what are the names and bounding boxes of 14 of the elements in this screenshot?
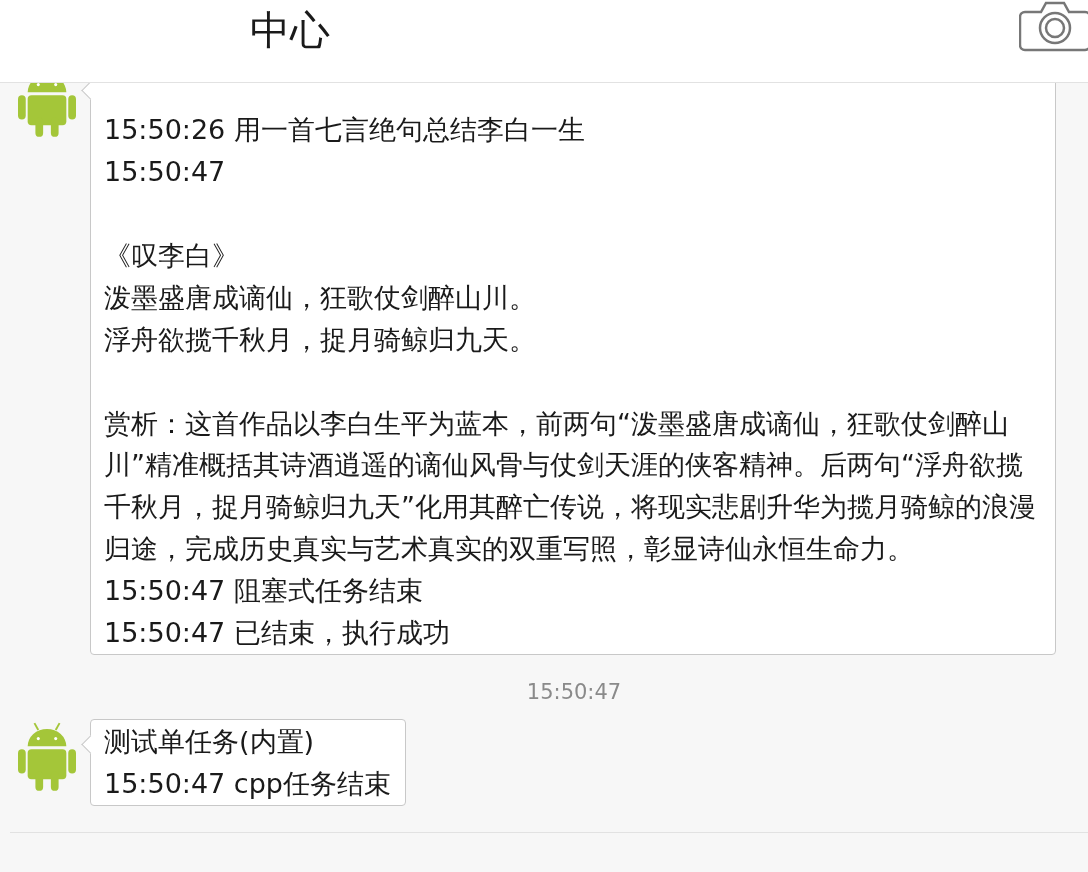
camera-icon[interactable] [1019,0,1088,52]
message-line: 15:50:47 [104,154,227,189]
header-title: 中心 [250,8,330,52]
android-robot-icon [18,720,76,791]
message-line: 15:50:26 用一首七言绝句总结李白一生 [104,113,586,147]
message-line: 赏析：这首作品以李白生平为蓝本，前两句“泼墨盛唐成谪仙，狂歌仗剑醉山川”精准概括其诗酒逍遥的谪仙风骨与仗剑天涯的侠客精神。后两句“浮舟欲揽千秋月，捉月骑鲸归九天”化用其醉亡传说，将现实悲剧升华为揽月骑鲸的浪漫归途，完成历史真实与艺术真实的双重写照，彰显诗仙永恒生命力。 [104,406,1037,567]
message-line: 测试单任务(内置) [104,724,316,759]
message-timestamp: 15:50:47 [526,678,622,705]
message-line: 15:50:47 阻塞式任务结束 [104,574,424,609]
message-line: 《叹李白》 [104,238,240,273]
message-line: 泼墨盛唐成谪仙，狂歌仗剑醉山川。 [104,280,537,315]
message-line: 15:50:47 已结束，执行成功 [104,616,451,651]
message-line: 15:50:47 cpp任务结束 [104,766,391,801]
message-line: 浮舟欲揽千秋月，捉月骑鲸归九天。 [104,322,537,357]
